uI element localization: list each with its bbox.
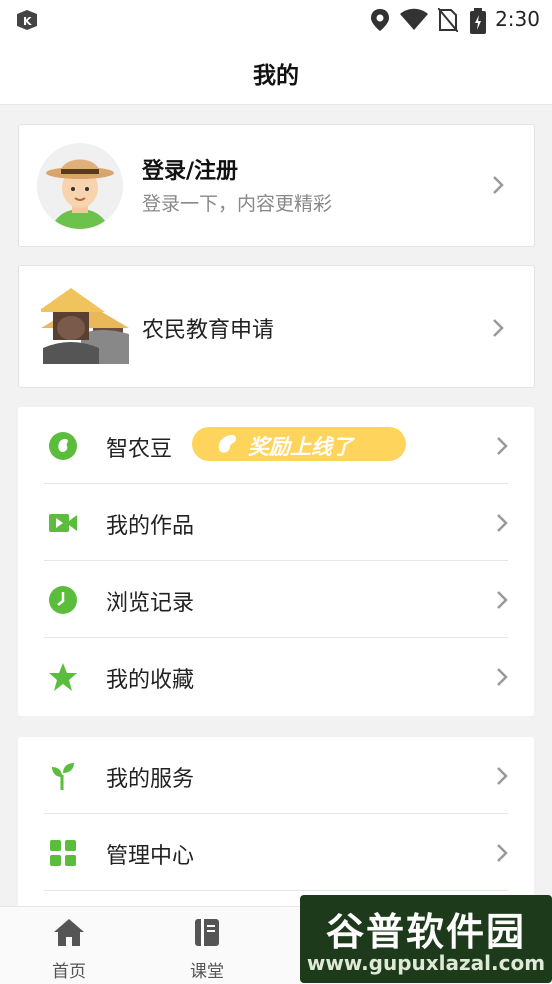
login-subtitle: 登录一下，内容更精彩	[142, 193, 333, 215]
menu-item-label: 智农豆	[106, 437, 173, 462]
menu-group-services: 我的服务 管理中心	[18, 737, 534, 907]
login-card[interactable]: 登录/注册 登录一下，内容更精彩	[18, 124, 535, 247]
chevron-right-icon	[492, 175, 504, 199]
reward-badge[interactable]: 奖励上线了	[192, 427, 406, 461]
no-sim-icon	[437, 7, 459, 36]
status-time: 2:30	[495, 7, 540, 31]
menu-item-favorites[interactable]: 我的收藏	[18, 638, 534, 715]
home-icon	[53, 917, 85, 951]
site-watermark: 谷普软件园 www.gupuxlazal.com	[300, 895, 552, 983]
watermark-title: 谷普软件园	[325, 910, 526, 954]
bean-badge-icon	[214, 433, 240, 459]
grid-icon	[48, 838, 78, 868]
chevron-right-icon	[496, 766, 508, 790]
clock-icon	[48, 585, 78, 615]
chevron-right-icon	[492, 318, 504, 342]
location-icon	[370, 8, 390, 36]
battery-icon	[470, 8, 486, 38]
chevron-right-icon	[496, 513, 508, 537]
bean-icon	[48, 431, 78, 461]
svg-text:K: K	[23, 15, 32, 28]
menu-item-label: 我的收藏	[106, 668, 195, 693]
farmer-education-card[interactable]: 农民教育申请	[18, 265, 535, 388]
chevron-right-icon	[496, 667, 508, 691]
app-header: 我的	[0, 40, 552, 105]
video-icon	[48, 508, 78, 538]
tab-classroom[interactable]: 课堂	[167, 907, 247, 984]
star-icon	[48, 662, 78, 692]
status-bar: K 2:30	[0, 0, 552, 40]
chevron-right-icon	[496, 436, 508, 460]
sprout-icon	[48, 761, 78, 791]
app-notification-icon: K	[14, 8, 40, 36]
tab-label: 首页	[52, 962, 86, 982]
tab-label: 课堂	[190, 962, 224, 982]
chevron-right-icon	[496, 590, 508, 614]
wifi-icon	[400, 8, 428, 36]
menu-item-my-services[interactable]: 我的服务	[18, 737, 534, 814]
menu-item-management-center[interactable]: 管理中心	[18, 814, 534, 891]
watermark-url: www.gupuxlazal.com	[306, 951, 546, 975]
login-title: 登录/注册	[142, 159, 239, 184]
menu-item-label: 管理中心	[106, 844, 195, 869]
reward-badge-text: 奖励上线了	[248, 435, 353, 459]
menu-item-my-works[interactable]: 我的作品	[18, 484, 534, 561]
farmers-illustration	[37, 288, 131, 364]
book-icon	[191, 917, 223, 951]
menu-item-history[interactable]: 浏览记录	[18, 561, 534, 638]
tab-home[interactable]: 首页	[29, 907, 109, 984]
menu-item-label: 我的服务	[106, 767, 195, 792]
menu-item-label: 浏览记录	[106, 591, 195, 616]
menu-group-personal: 智农豆 奖励上线了 我的作品 浏览记录 我的收藏	[18, 407, 534, 716]
chevron-right-icon	[496, 843, 508, 867]
page-title: 我的	[253, 63, 299, 89]
farmer-education-label: 农民教育申请	[142, 318, 275, 343]
menu-item-label: 我的作品	[106, 514, 195, 539]
menu-item-zhinongdou[interactable]: 智农豆 奖励上线了	[18, 407, 534, 484]
divider	[44, 890, 508, 891]
avatar	[37, 143, 123, 229]
